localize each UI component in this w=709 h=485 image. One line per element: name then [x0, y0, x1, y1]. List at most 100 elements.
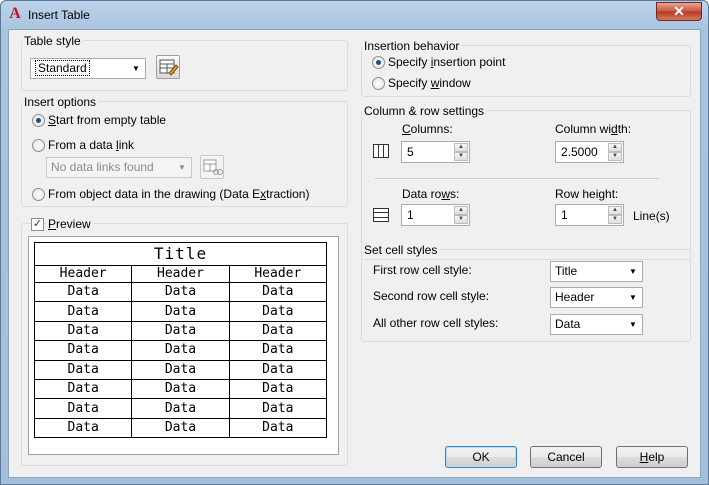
- divider: [375, 178, 659, 179]
- object-data-radio[interactable]: [32, 188, 45, 201]
- preview-data-cell: Data: [33, 281, 133, 303]
- dialog-window: A Insert Table ✕ Table style Standard ▼: [0, 0, 709, 485]
- data-link-dropdown[interactable]: No data links found ▼: [46, 157, 192, 178]
- preview-checkbox[interactable]: ✓: [31, 218, 44, 231]
- preview-data-cell: Data: [131, 378, 230, 400]
- spin-down-icon[interactable]: ▼: [608, 152, 622, 161]
- other-rows-style-label: All other row cell styles:: [373, 316, 499, 330]
- specify-window-label[interactable]: Specify window: [388, 76, 471, 90]
- first-row-style-dropdown[interactable]: Title ▼: [550, 261, 643, 282]
- close-button[interactable]: ✕: [656, 2, 702, 21]
- data-rows-value: 1: [407, 208, 414, 222]
- start-empty-label[interactable]: Start from empty table: [48, 113, 166, 127]
- spin-buttons: ▲ ▼: [608, 143, 622, 161]
- other-rows-style-dropdown[interactable]: Data ▼: [550, 314, 643, 335]
- spin-buttons: ▲ ▼: [454, 206, 468, 224]
- spin-up-icon[interactable]: ▲: [454, 206, 468, 215]
- preview-data-cell: Data: [228, 359, 328, 380]
- specify-window-radio[interactable]: [372, 77, 385, 90]
- data-link-label[interactable]: From a data link: [48, 138, 134, 152]
- spin-down-icon[interactable]: ▼: [454, 152, 468, 161]
- table-preview: Title Header Header Header Data Data Dat…: [28, 236, 339, 455]
- preview-data-cell: Data: [33, 378, 133, 400]
- preview-row: Data Data Data: [33, 378, 328, 400]
- spin-up-icon[interactable]: ▲: [454, 143, 468, 152]
- data-link-radio[interactable]: [32, 139, 45, 152]
- spin-down-icon[interactable]: ▼: [608, 215, 622, 224]
- chevron-down-icon: ▼: [629, 320, 637, 329]
- preview-data-cell: Data: [33, 398, 133, 419]
- first-row-style-label: First row cell style:: [373, 263, 472, 277]
- preview-row: Data Data Data: [33, 301, 328, 322]
- preview-row: Data Data Data: [33, 359, 328, 380]
- columns-stepper[interactable]: 5 ▲ ▼: [401, 141, 470, 163]
- preview-data-cell: Data: [228, 320, 328, 342]
- second-row-style-dropdown[interactable]: Header ▼: [550, 287, 643, 308]
- autocad-logo-icon: A: [9, 5, 21, 22]
- preview-label[interactable]: Preview: [46, 217, 93, 231]
- preview-data-cell: Data: [228, 398, 328, 419]
- columns-label: Columns:: [402, 122, 453, 136]
- chevron-down-icon: ▼: [629, 267, 637, 276]
- column-width-label: Column width:: [555, 122, 632, 136]
- spin-buttons: ▲ ▼: [454, 143, 468, 161]
- preview-data-cell: Data: [131, 320, 230, 342]
- row-height-stepper[interactable]: 1 ▲ ▼: [555, 204, 624, 226]
- preview-header-cell: Header: [131, 265, 230, 283]
- preview-data-cell: Data: [131, 301, 230, 322]
- column-row-legend: Column & row settings: [362, 104, 487, 118]
- cell-styles-legend: Set cell styles: [362, 243, 440, 257]
- spin-up-icon[interactable]: ▲: [608, 206, 622, 215]
- specify-point-label[interactable]: Specify insertion point: [388, 55, 505, 69]
- preview-row: Data Data Data: [33, 281, 328, 303]
- chevron-down-icon: ▼: [178, 163, 186, 172]
- preview-data-cell: Data: [131, 359, 230, 380]
- spin-down-icon[interactable]: ▼: [454, 215, 468, 224]
- preview-data-cell: Data: [228, 378, 328, 400]
- chevron-down-icon: ▼: [132, 64, 140, 73]
- chevron-down-icon: ▼: [629, 293, 637, 302]
- cancel-button[interactable]: Cancel: [530, 446, 602, 468]
- preview-row: Data Data Data: [33, 398, 328, 419]
- insertion-behavior-legend: Insertion behavior: [362, 39, 462, 53]
- start-empty-radio[interactable]: [32, 114, 45, 127]
- preview-data-cell: Data: [33, 359, 133, 380]
- table-style-legend: Table style: [22, 34, 83, 48]
- other-rows-style-value: Data: [555, 317, 581, 331]
- preview-header-cell: Header: [33, 265, 133, 283]
- column-row-group: Column & row settings Columns: 5 ▲ ▼ Col…: [361, 104, 691, 260]
- row-height-value: 1: [561, 208, 568, 222]
- data-rows-label: Data rows:: [402, 187, 460, 201]
- preview-row: Data Data Data: [33, 320, 328, 342]
- table-style-dropdown[interactable]: Standard ▼: [30, 58, 146, 79]
- data-link-manager-button[interactable]: [200, 155, 224, 179]
- preview-data-cell: Data: [131, 417, 230, 439]
- preview-data-cell: Data: [131, 398, 230, 419]
- preview-row: Data Data Data: [33, 417, 328, 439]
- data-link-manager-icon: [203, 159, 223, 175]
- column-width-stepper[interactable]: 2.5000 ▲ ▼: [555, 141, 624, 163]
- data-rows-stepper[interactable]: 1 ▲ ▼: [401, 204, 470, 226]
- preview-data-cell: Data: [33, 301, 133, 322]
- insert-options-group: Insert options Start from empty table Fr…: [21, 95, 348, 207]
- ok-button[interactable]: OK: [445, 446, 517, 468]
- rows-icon: [373, 208, 389, 222]
- preview-data-cell: Data: [228, 340, 328, 361]
- title-bar[interactable]: A Insert Table ✕: [1, 1, 708, 29]
- table-style-dialog-icon: [159, 59, 179, 76]
- preview-title-cell: Title: [34, 242, 327, 266]
- object-data-label[interactable]: From object data in the drawing (Data Ex…: [48, 187, 309, 201]
- table-style-group: Table style Standard ▼: [21, 34, 348, 91]
- preview-table: Title Header Header Header Data Data Dat…: [33, 242, 328, 439]
- help-button[interactable]: Help: [616, 446, 688, 468]
- preview-data-cell: Data: [33, 340, 133, 361]
- spin-buttons: ▲ ▼: [608, 206, 622, 224]
- row-height-unit: Line(s): [633, 209, 670, 223]
- table-style-dialog-button[interactable]: [156, 55, 180, 79]
- preview-data-cell: Data: [228, 301, 328, 322]
- second-row-style-label: Second row cell style:: [373, 289, 490, 303]
- preview-data-cell: Data: [33, 320, 133, 342]
- specify-point-radio[interactable]: [372, 56, 385, 69]
- spin-up-icon[interactable]: ▲: [608, 143, 622, 152]
- first-row-style-value: Title: [555, 264, 578, 278]
